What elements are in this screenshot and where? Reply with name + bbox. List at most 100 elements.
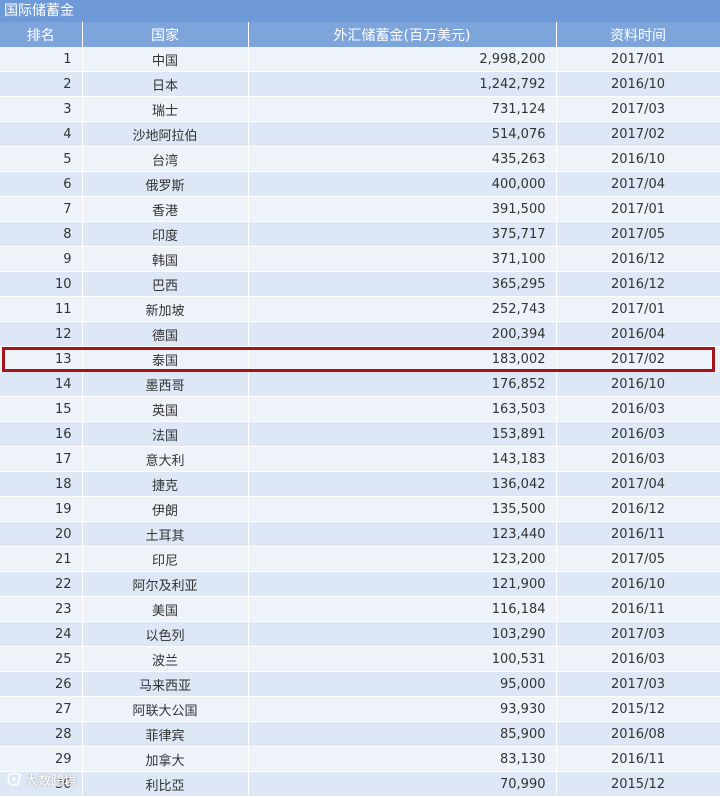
date-cell: 2017/02 xyxy=(556,346,720,372)
country-cell: 中国 xyxy=(82,47,249,72)
table-row: 19 伊朗 135,500 2016/12 xyxy=(0,496,720,522)
date-cell: 2017/03 xyxy=(556,621,720,647)
rank-cell: 20 xyxy=(0,521,83,547)
country-cell: 墨西哥 xyxy=(82,371,249,397)
country-cell: 利比亞 xyxy=(82,771,249,797)
table-row: 20 土耳其 123,440 2016/11 xyxy=(0,521,720,547)
reserves-cell: 183,002 xyxy=(248,346,557,372)
country-cell: 伊朗 xyxy=(82,496,249,522)
reserves-cell: 375,717 xyxy=(248,221,557,247)
reserves-cell: 100,531 xyxy=(248,646,557,672)
country-cell: 新加坡 xyxy=(82,296,249,322)
reserves-cell: 371,100 xyxy=(248,246,557,272)
table-row: 10 巴西 365,295 2016/12 xyxy=(0,271,720,297)
reserves-cell: 70,990 xyxy=(248,771,557,797)
table-row: 14 墨西哥 176,852 2016/10 xyxy=(0,371,720,397)
reserves-cell: 123,440 xyxy=(248,521,557,547)
date-cell: 2015/12 xyxy=(556,696,720,722)
reserves-cell: 95,000 xyxy=(248,671,557,697)
country-cell: 马来西亚 xyxy=(82,671,249,697)
country-cell: 加拿大 xyxy=(82,746,249,772)
date-cell: 2015/12 xyxy=(556,771,720,797)
reserves-cell: 514,076 xyxy=(248,121,557,147)
reserves-cell: 200,394 xyxy=(248,321,557,347)
rank-cell: 17 xyxy=(0,446,83,472)
date-cell: 2016/04 xyxy=(556,321,720,347)
rank-cell: 5 xyxy=(0,146,83,172)
reserves-cell: 136,042 xyxy=(248,471,557,497)
reserves-cell: 83,130 xyxy=(248,746,557,772)
table-row: 8 印度 375,717 2017/05 xyxy=(0,221,720,247)
country-cell: 印尼 xyxy=(82,546,249,572)
country-cell: 土耳其 xyxy=(82,521,249,547)
rank-cell: 3 xyxy=(0,96,83,122)
date-cell: 2017/05 xyxy=(556,546,720,572)
date-cell: 2017/01 xyxy=(556,296,720,322)
country-cell: 法国 xyxy=(82,421,249,447)
country-cell: 香港 xyxy=(82,196,249,222)
country-cell: 韩国 xyxy=(82,246,249,272)
table-row: 28 菲律宾 85,900 2016/08 xyxy=(0,721,720,747)
date-cell: 2016/11 xyxy=(556,596,720,622)
rank-cell: 8 xyxy=(0,221,83,247)
rank-cell: 23 xyxy=(0,596,83,622)
rank-cell: 18 xyxy=(0,471,83,497)
reserves-table: 排名 国家 外汇储蓄金(百万美元) 资料时间 1 中国 2,998,200 2017/… xyxy=(0,22,720,797)
rank-cell: 15 xyxy=(0,396,83,422)
table-row: 9 韩国 371,100 2016/12 xyxy=(0,246,720,272)
rank-cell: 24 xyxy=(0,621,83,647)
country-cell: 巴西 xyxy=(82,271,249,297)
table-row: 1 中国 2,998,200 2017/01 xyxy=(0,47,720,72)
page: 国际储蓄金 排名 国家 外汇储蓄金(百万美元) 资料时间 1 中国 2,998,20… xyxy=(0,0,720,797)
date-cell: 2017/03 xyxy=(556,671,720,697)
date-cell: 2016/08 xyxy=(556,721,720,747)
date-cell: 2017/02 xyxy=(556,121,720,147)
country-cell: 意大利 xyxy=(82,446,249,472)
rank-cell: 11 xyxy=(0,296,83,322)
date-cell: 2016/03 xyxy=(556,396,720,422)
country-cell: 捷克 xyxy=(82,471,249,497)
rank-cell: 28 xyxy=(0,721,83,747)
watermark-logo-icon xyxy=(7,772,21,786)
date-cell: 2016/12 xyxy=(556,246,720,272)
country-cell: 波兰 xyxy=(82,646,249,672)
table-title: 国际储蓄金 xyxy=(0,0,720,22)
date-cell: 2016/11 xyxy=(556,746,720,772)
rank-cell: 22 xyxy=(0,571,83,597)
table-row: 13 泰国 183,002 2017/02 xyxy=(0,346,720,372)
reserves-cell: 365,295 xyxy=(248,271,557,297)
country-cell: 阿联大公国 xyxy=(82,696,249,722)
date-cell: 2016/10 xyxy=(556,146,720,172)
reserves-cell: 123,200 xyxy=(248,546,557,572)
table-row: 26 马来西亚 95,000 2017/03 xyxy=(0,671,720,697)
reserves-cell: 121,900 xyxy=(248,571,557,597)
table-row: 6 俄罗斯 400,000 2017/04 xyxy=(0,171,720,197)
table-row: 30 利比亞 70,990 2015/12 xyxy=(0,771,720,797)
country-cell: 阿尔及利亚 xyxy=(82,571,249,597)
country-cell: 以色列 xyxy=(82,621,249,647)
table-row: 11 新加坡 252,743 2017/01 xyxy=(0,296,720,322)
rank-cell: 10 xyxy=(0,271,83,297)
country-cell: 德国 xyxy=(82,321,249,347)
rank-cell: 16 xyxy=(0,421,83,447)
table-row: 3 瑞士 731,124 2017/03 xyxy=(0,96,720,122)
table-row: 4 沙地阿拉伯 514,076 2017/02 xyxy=(0,121,720,147)
table-row: 18 捷克 136,042 2017/04 xyxy=(0,471,720,497)
country-cell: 瑞士 xyxy=(82,96,249,122)
table-row: 21 印尼 123,200 2017/05 xyxy=(0,546,720,572)
reserves-cell: 252,743 xyxy=(248,296,557,322)
header-reserves: 外汇储蓄金(百万美元) xyxy=(248,22,557,47)
table-row: 12 德国 200,394 2016/04 xyxy=(0,321,720,347)
rank-cell: 13 xyxy=(0,346,83,372)
country-cell: 印度 xyxy=(82,221,249,247)
reserves-cell: 1,242,792 xyxy=(248,71,557,97)
date-cell: 2017/03 xyxy=(556,96,720,122)
rank-cell: 2 xyxy=(0,71,83,97)
country-cell: 沙地阿拉伯 xyxy=(82,121,249,147)
reserves-cell: 93,930 xyxy=(248,696,557,722)
country-cell: 美国 xyxy=(82,596,249,622)
country-cell: 泰国 xyxy=(82,346,249,372)
rank-cell: 14 xyxy=(0,371,83,397)
reserves-cell: 85,900 xyxy=(248,721,557,747)
table-row: 22 阿尔及利亚 121,900 2016/10 xyxy=(0,571,720,597)
